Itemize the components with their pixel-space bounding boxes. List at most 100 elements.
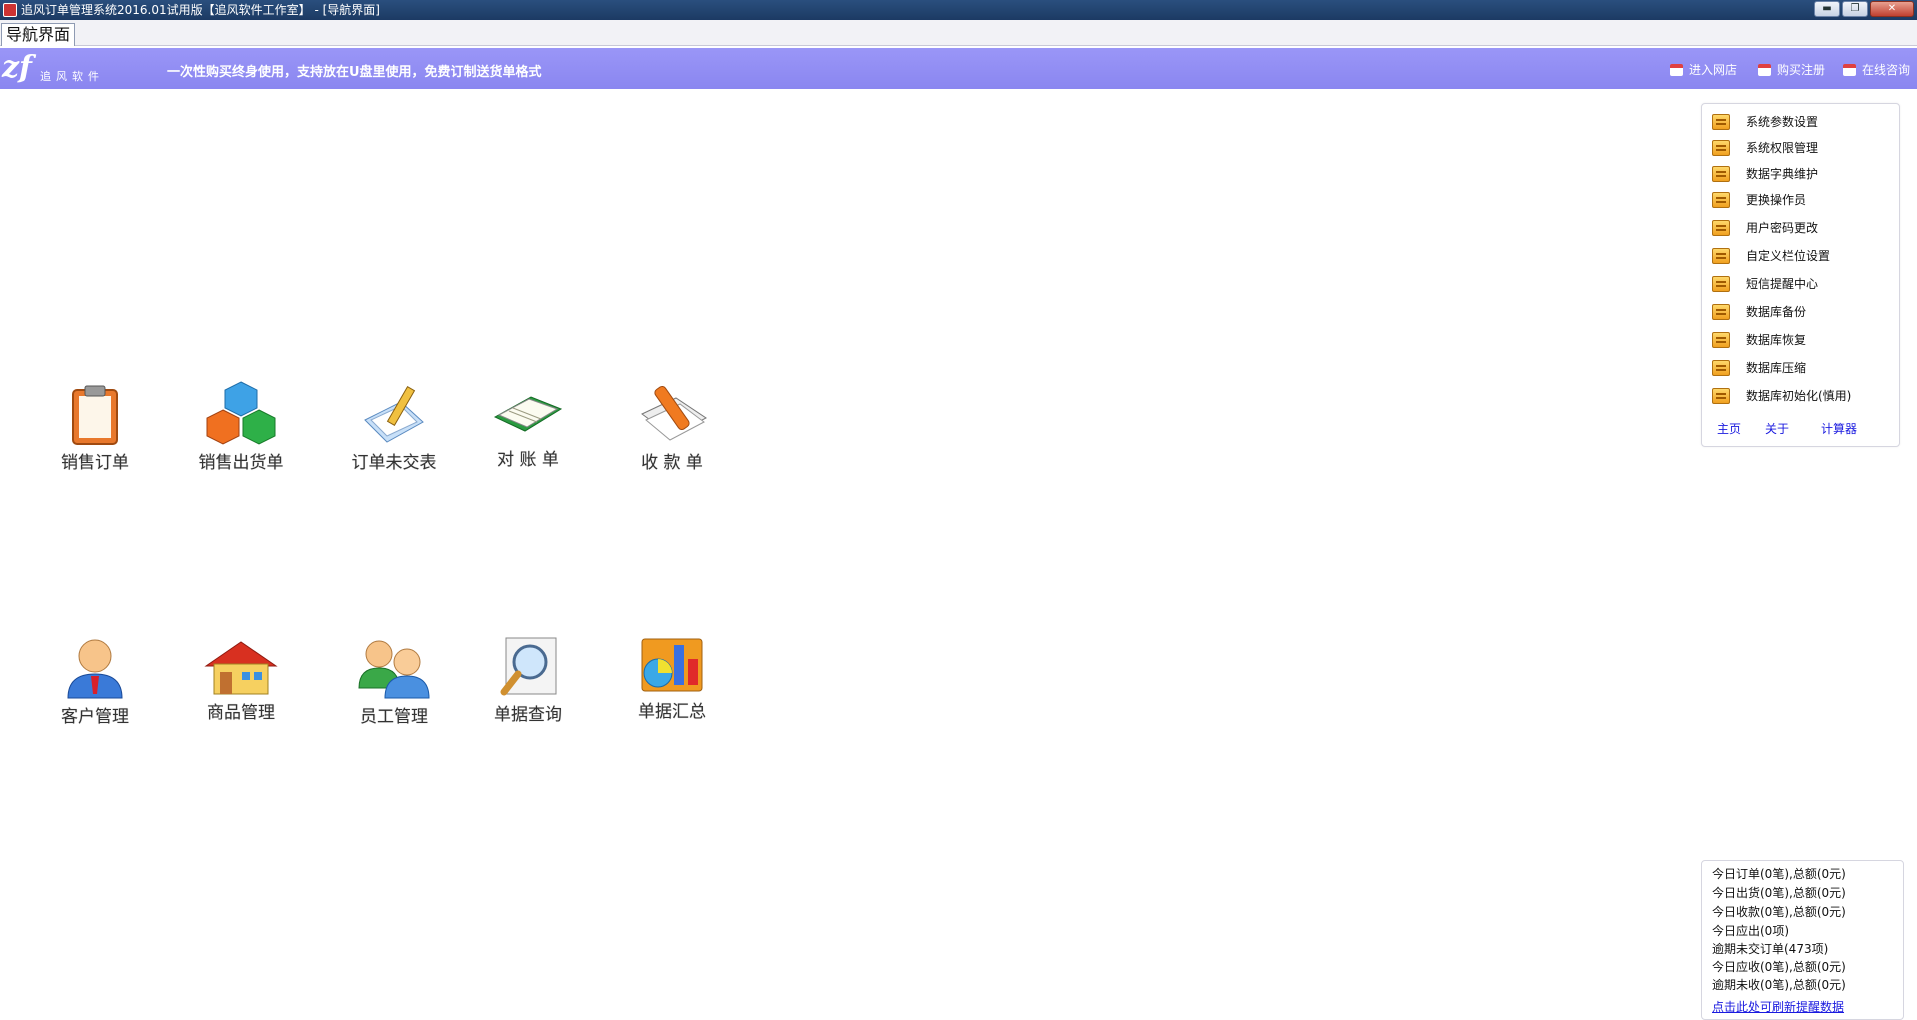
side-item-system-params[interactable]: 系统参数设置 [1712, 111, 1818, 133]
minimize-button[interactable]: ▬ [1814, 1, 1840, 17]
tab-label: 导航界面 [6, 25, 71, 44]
side-item-custom-columns[interactable]: 自定义栏位设置 [1712, 245, 1830, 267]
document-query-tile[interactable]: 单据查询 [453, 636, 603, 725]
purchase-register-label: 购买注册 [1777, 63, 1826, 77]
customer-icon [67, 639, 123, 699]
document-summary-label: 单据汇总 [638, 702, 706, 722]
calculator-link[interactable]: 计算器 [1821, 420, 1857, 437]
book-icon [1712, 114, 1730, 130]
app-icon [3, 3, 17, 17]
online-consult-label: 在线咨询 [1862, 63, 1911, 77]
customer-management-label: 客户管理 [61, 707, 129, 727]
magnifier-icon [500, 637, 557, 696]
side-item-label: 数据库初始化(慎用) [1746, 389, 1852, 403]
book-icon [1712, 360, 1730, 376]
minimize-icon: ▬ [1822, 3, 1832, 14]
receipt-tile[interactable]: 收 款 单 [597, 384, 747, 473]
sales-order-tile[interactable]: 销售订单 [20, 384, 170, 473]
system-menu-panel: 系统参数设置 系统权限管理 数据字典维护 更换操作员 用户密码更改 自定义栏位设… [1701, 103, 1900, 447]
stat-today-receipts: 今日收款(0笔),总额(0元) [1712, 905, 1846, 919]
side-item-label: 更换操作员 [1746, 193, 1807, 207]
logo-icon: zf [2, 50, 32, 85]
document-query-label: 单据查询 [494, 705, 562, 725]
sales-shipment-tile[interactable]: 销售出货单 [166, 380, 316, 473]
pencil-paper-icon [364, 385, 424, 443]
side-item-label: 数据字典维护 [1746, 167, 1819, 181]
book-icon [1712, 304, 1730, 320]
pending-orders-label: 订单未交表 [351, 453, 437, 473]
slogan: 一次性购买终身使用，支持放在U盘里使用，免费订制送货单格式 [167, 65, 542, 80]
cubes-icon [206, 381, 276, 445]
window-title-bar: 追风订单管理系统2016.01试用版【追风软件工作室】 - [导航界面] ▬ ❐… [0, 0, 1917, 20]
calendar-icon [1843, 64, 1856, 76]
reminder-stats-panel: 今日订单(0笔),总额(0元) 今日出货(0笔),总额(0元) 今日收款(0笔)… [1701, 860, 1904, 1020]
maximize-icon: ❐ [1850, 3, 1860, 14]
stat-today-due-out: 今日应出(0项) [1712, 924, 1789, 938]
tab-navigation[interactable]: 导航界面 [1, 23, 76, 46]
side-item-db-backup[interactable]: 数据库备份 [1712, 301, 1806, 323]
stat-overdue-orders: 逾期未交订单(473项) [1712, 942, 1829, 956]
product-management-label: 商品管理 [207, 703, 275, 723]
staff-management-tile[interactable]: 员工管理 [319, 636, 469, 727]
book-icon [1712, 220, 1730, 236]
product-management-tile[interactable]: 商品管理 [166, 640, 316, 723]
stat-today-shipments: 今日出货(0笔),总额(0元) [1712, 886, 1846, 900]
side-item-label: 系统参数设置 [1746, 115, 1819, 129]
statement-label: 对 账 单 [497, 450, 559, 470]
chart-icon [641, 638, 703, 692]
clipboard-icon [72, 385, 118, 445]
side-item-label: 自定义栏位设置 [1746, 249, 1831, 263]
book-icon [1712, 140, 1730, 156]
side-item-label: 系统权限管理 [1746, 141, 1819, 155]
close-button[interactable]: ✕ [1870, 1, 1914, 17]
book-icon [1712, 166, 1730, 182]
purchase-register-link[interactable]: 购买注册 [1758, 61, 1825, 78]
side-item-db-compress[interactable]: 数据库压缩 [1712, 357, 1806, 379]
calendar-icon [1758, 64, 1771, 76]
side-item-label: 数据库备份 [1746, 305, 1807, 319]
side-item-label: 用户密码更改 [1746, 221, 1819, 235]
side-item-label: 数据库恢复 [1746, 333, 1807, 347]
home-link[interactable]: 主页 [1717, 420, 1741, 437]
side-item-sms-center[interactable]: 短信提醒中心 [1712, 273, 1818, 295]
online-consult-link[interactable]: 在线咨询 [1843, 61, 1910, 78]
enter-shop-link[interactable]: 进入网店 [1670, 61, 1737, 78]
staff-icon [358, 640, 430, 699]
side-item-db-init[interactable]: 数据库初始化(慎用) [1712, 385, 1851, 407]
window-title: 追风订单管理系统2016.01试用版【追风软件工作室】 - [导航界面] [21, 3, 380, 17]
receipt-label: 收 款 单 [641, 453, 703, 473]
side-item-db-restore[interactable]: 数据库恢复 [1712, 329, 1806, 351]
document-summary-tile[interactable]: 单据汇总 [597, 635, 747, 722]
pending-orders-tile[interactable]: 订单未交表 [319, 384, 469, 473]
book-icon [1712, 192, 1730, 208]
side-item-dictionary[interactable]: 数据字典维护 [1712, 163, 1818, 185]
about-link[interactable]: 关于 [1765, 420, 1789, 437]
stat-today-receivable: 今日应收(0笔),总额(0元) [1712, 960, 1846, 974]
side-item-label: 短信提醒中心 [1746, 277, 1819, 291]
statement-tile[interactable]: 对 账 单 [453, 383, 603, 470]
book-icon [1712, 276, 1730, 292]
stat-today-orders: 今日订单(0笔),总额(0元) [1712, 867, 1846, 881]
maximize-button[interactable]: ❐ [1842, 1, 1868, 17]
enter-shop-label: 进入网店 [1689, 63, 1738, 77]
logo-text: 追风软件 [40, 70, 104, 83]
side-item-change-password[interactable]: 用户密码更改 [1712, 217, 1818, 239]
banner: zf 追风软件 一次性购买终身使用，支持放在U盘里使用，免费订制送货单格式 进入… [0, 48, 1917, 89]
stat-overdue-receivable: 逾期未收(0笔),总额(0元) [1712, 978, 1846, 992]
house-icon [204, 641, 278, 695]
side-item-switch-operator[interactable]: 更换操作员 [1712, 189, 1806, 211]
tab-strip: 导航界面 [0, 20, 1917, 46]
sales-order-label: 销售订单 [61, 453, 129, 473]
staff-management-label: 员工管理 [360, 707, 428, 727]
sales-shipment-label: 销售出货单 [198, 453, 284, 473]
open-book-icon [493, 396, 563, 432]
pen-docs-icon [641, 385, 707, 441]
book-icon [1712, 332, 1730, 348]
customer-management-tile[interactable]: 客户管理 [20, 636, 170, 727]
side-item-label: 数据库压缩 [1746, 361, 1807, 375]
side-item-permissions[interactable]: 系统权限管理 [1712, 137, 1818, 159]
calendar-icon [1670, 64, 1683, 76]
refresh-reminders-link[interactable]: 点击此处可刷新提醒数据 [1712, 998, 1844, 1015]
book-icon [1712, 388, 1730, 404]
close-icon: ✕ [1887, 3, 1897, 14]
